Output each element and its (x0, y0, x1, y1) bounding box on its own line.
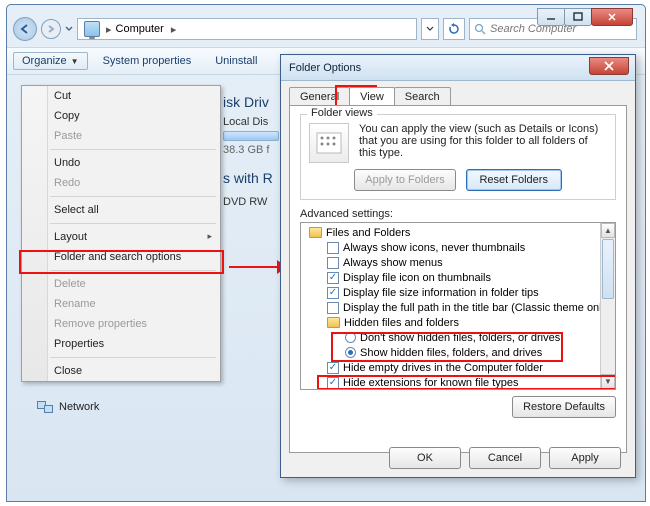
dialog-title: Folder Options (281, 55, 635, 81)
scroll-up-button[interactable]: ▲ (601, 223, 615, 238)
tree-file-icon-thumbs[interactable]: Display file icon on thumbnails (305, 270, 611, 285)
chevron-right-icon: ▸ (104, 23, 114, 36)
address-bar[interactable]: ▸ Computer ▸ (77, 18, 417, 40)
apply-button[interactable]: Apply (549, 447, 621, 469)
tree-hide-extensions[interactable]: Hide extensions for known file types (305, 375, 611, 390)
tree-always-icons[interactable]: Always show icons, never thumbnails (305, 240, 611, 255)
capacity-bar (223, 131, 279, 141)
advanced-settings-label: Advanced settings: (300, 208, 616, 220)
folder-options-dialog: Folder Options General View Search Folde… (280, 54, 636, 478)
menu-cut[interactable]: Cut (22, 86, 220, 106)
menu-copy[interactable]: Copy (22, 106, 220, 126)
sidebar-item-network[interactable]: Network (37, 401, 99, 413)
group-legend: Folder views (307, 107, 377, 119)
tree-always-menus[interactable]: Always show menus (305, 255, 611, 270)
tab-general[interactable]: General (289, 87, 350, 105)
tab-view[interactable]: View (349, 87, 395, 105)
menu-layout[interactable]: Layout (22, 227, 220, 247)
tree-hidden-files-folder: Hidden files and folders (305, 315, 611, 330)
tree-file-size-tips[interactable]: Display file size information in folder … (305, 285, 611, 300)
folder-views-text: You can apply the view (such as Details … (359, 123, 607, 163)
tab-search[interactable]: Search (394, 87, 451, 105)
menu-select-all[interactable]: Select all (22, 200, 220, 220)
history-chevron-icon[interactable] (65, 24, 73, 34)
organize-context-menu: Cut Copy Paste Undo Redo Select all Layo… (21, 85, 221, 382)
computer-icon (84, 21, 100, 37)
menu-redo[interactable]: Redo (22, 173, 220, 193)
minimize-button[interactable] (537, 8, 565, 26)
menu-properties[interactable]: Properties (22, 334, 220, 354)
menu-folder-search-options[interactable]: Folder and search options (22, 247, 220, 267)
menu-close[interactable]: Close (22, 361, 220, 381)
tree-show-hidden[interactable]: Show hidden files, folders, and drives (305, 345, 611, 360)
tree-files-and-folders: Files and Folders (305, 225, 611, 240)
folder-views-icon (309, 123, 349, 163)
menu-remove-properties[interactable]: Remove properties (22, 314, 220, 334)
address-dropdown-button[interactable] (421, 18, 439, 40)
folder-icon (309, 227, 322, 238)
dialog-close-button[interactable] (589, 57, 629, 75)
restore-defaults-button[interactable]: Restore Defaults (512, 396, 616, 418)
breadcrumb-computer[interactable]: Computer (114, 19, 171, 39)
search-icon (474, 23, 486, 35)
menu-rename[interactable]: Rename (22, 294, 220, 314)
chevron-right-icon: ▸ (171, 23, 177, 36)
menu-undo[interactable]: Undo (22, 153, 220, 173)
forward-button[interactable] (41, 19, 61, 39)
annotation-arrow (229, 260, 287, 274)
refresh-button[interactable] (443, 18, 465, 40)
tree-scrollbar[interactable]: ▲ ▼ (600, 223, 615, 389)
tabpage-view: Folder views You can apply the view (suc… (289, 105, 627, 453)
apply-to-folders-button[interactable]: Apply to Folders (354, 169, 455, 191)
back-button[interactable] (13, 17, 37, 41)
close-button[interactable] (591, 8, 633, 26)
scroll-thumb[interactable] (602, 239, 614, 299)
tree-hide-empty-drives[interactable]: Hide empty drives in the Computer folder (305, 360, 611, 375)
folder-views-group: Folder views You can apply the view (suc… (300, 114, 616, 200)
menu-paste[interactable]: Paste (22, 126, 220, 146)
network-label: Network (59, 401, 99, 413)
tab-strip: General View Search (281, 81, 635, 105)
uninstall-button[interactable]: Uninstall (206, 52, 266, 70)
ok-button[interactable]: OK (389, 447, 461, 469)
maximize-button[interactable] (564, 8, 592, 26)
system-properties-button[interactable]: System properties (94, 52, 201, 70)
menu-delete[interactable]: Delete (22, 274, 220, 294)
tree-dont-show-hidden[interactable]: Don't show hidden files, folders, or dri… (305, 330, 611, 345)
reset-folders-button[interactable]: Reset Folders (466, 169, 562, 191)
folder-icon (327, 317, 340, 328)
advanced-settings-tree[interactable]: Files and Folders Always show icons, nev… (300, 222, 616, 390)
cancel-button[interactable]: Cancel (469, 447, 541, 469)
network-icon (37, 401, 53, 413)
scroll-down-button[interactable]: ▼ (601, 374, 615, 389)
organize-button[interactable]: Organize ▼ (13, 52, 88, 70)
tree-full-path-titlebar[interactable]: Display the full path in the title bar (… (305, 300, 611, 315)
